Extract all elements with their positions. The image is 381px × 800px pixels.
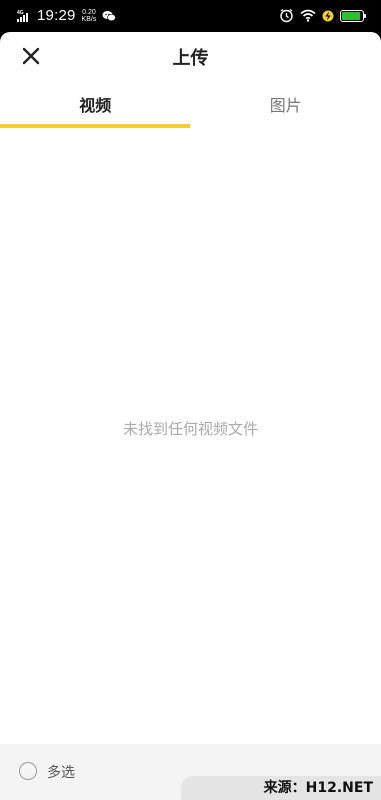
file-list-area: 未找到任何视频文件 bbox=[0, 128, 381, 744]
tab-bar: 视频 图片 bbox=[0, 80, 381, 128]
wifi-icon bbox=[300, 9, 316, 22]
page-title: 上传 bbox=[172, 48, 209, 69]
tab-video[interactable]: 视频 bbox=[0, 80, 191, 128]
svg-text:4G: 4G bbox=[17, 10, 24, 16]
status-left: 4G 19:29 0.20 KB/s bbox=[17, 7, 117, 24]
wechat-icon bbox=[102, 10, 117, 21]
bottom-bar: 多选 来源：H12.NET bbox=[0, 744, 381, 800]
battery-level bbox=[342, 11, 360, 20]
empty-state-message: 未找到任何视频文件 bbox=[122, 420, 258, 438]
network-speed-value: 0.20 bbox=[82, 8, 96, 16]
status-bar: 4G 19:29 0.20 KB/s bbox=[0, 0, 381, 32]
status-right bbox=[273, 8, 366, 23]
network-speed-unit: KB/s bbox=[81, 15, 97, 23]
multi-select-radio[interactable] bbox=[19, 762, 37, 780]
status-time: 19:29 bbox=[37, 7, 76, 24]
upload-sheet: 上传 视频 图片 未找到任何视频文件 多选 来源：H12.NET bbox=[0, 32, 381, 800]
multi-select-label[interactable]: 多选 bbox=[47, 762, 75, 782]
header: 上传 bbox=[0, 32, 381, 80]
watermark: 来源：H12.NET bbox=[181, 776, 381, 800]
alarm-clock-icon bbox=[280, 8, 293, 23]
network-speed: 0.20 KB/s bbox=[82, 9, 97, 23]
signal-4g-icon: 4G bbox=[17, 10, 28, 22]
battery-icon bbox=[340, 9, 366, 22]
tab-images[interactable]: 图片 bbox=[191, 80, 381, 128]
charging-icon bbox=[322, 10, 334, 21]
phone-screen: 4G 19:29 0.20 KB/s 上传 视频 图片 未找到任何视频文件 多选… bbox=[0, 0, 381, 800]
